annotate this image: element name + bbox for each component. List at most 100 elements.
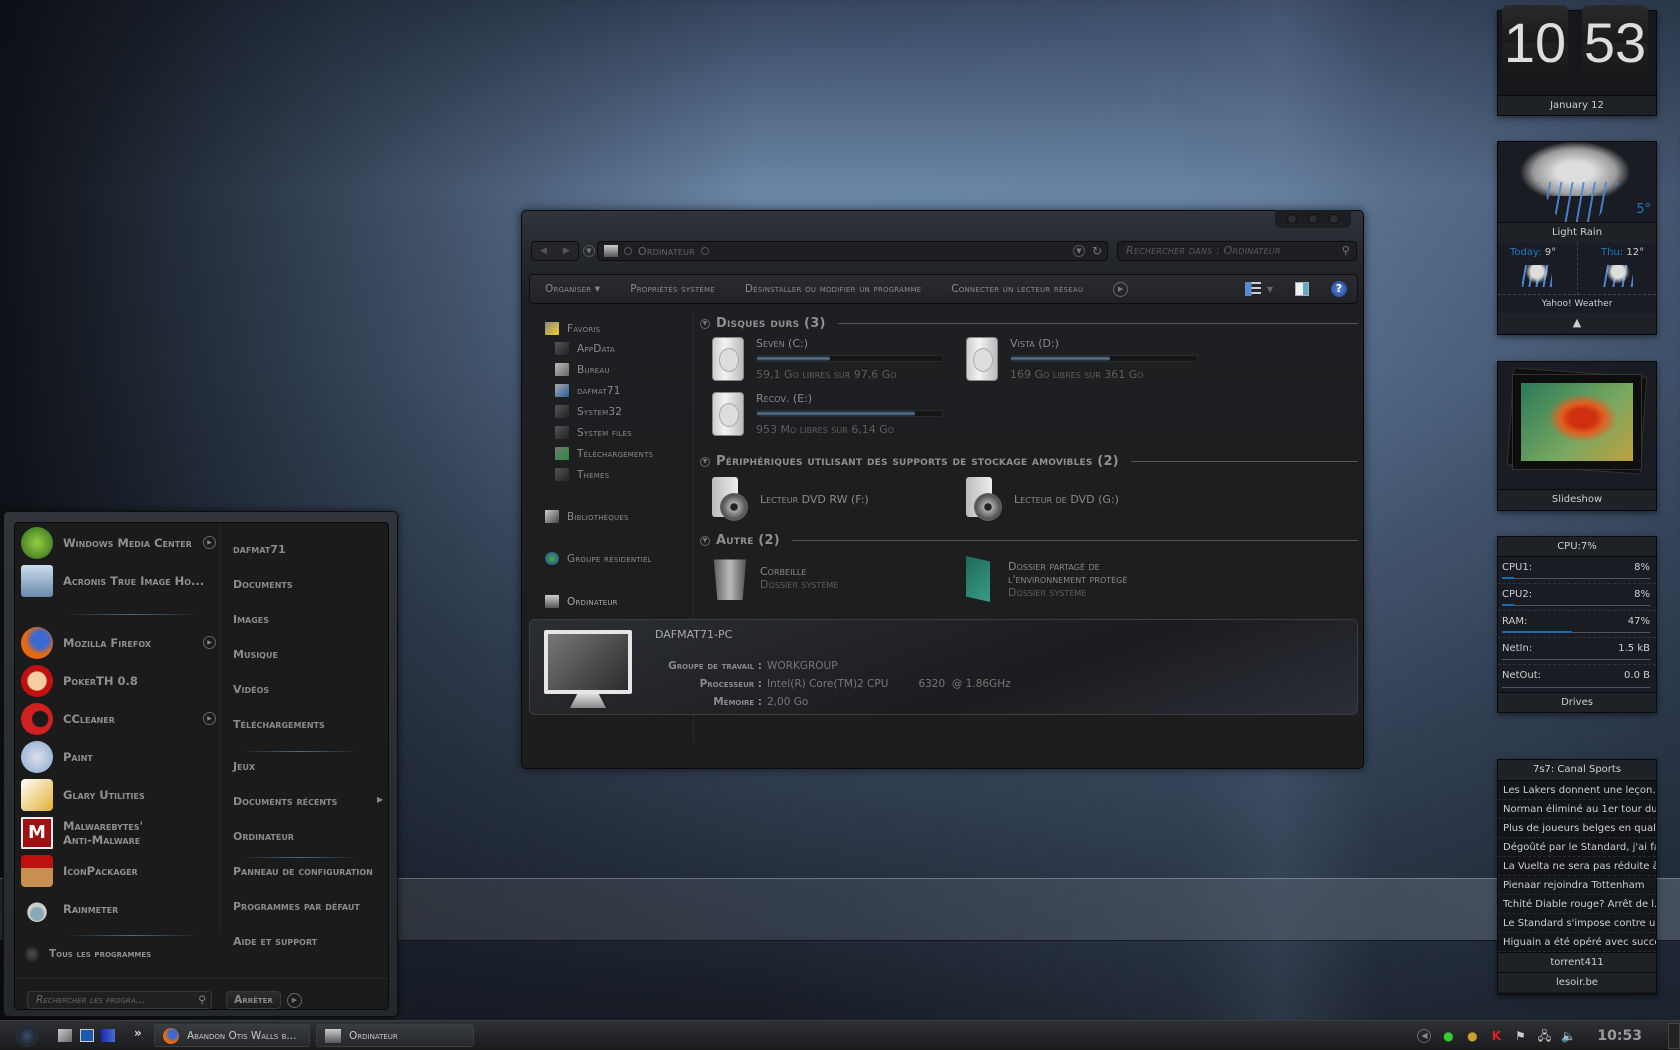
weather-source[interactable]: Yahoo! Weather xyxy=(1498,295,1656,313)
map-network-drive-button[interactable]: Connecter un lecteur réseau xyxy=(951,283,1083,295)
link-recent-documents[interactable]: Documents récents xyxy=(233,795,337,808)
organize-button[interactable]: Organiser ▾ xyxy=(545,283,600,295)
link-games[interactable]: Jeux xyxy=(233,760,255,773)
shutdown-options-icon[interactable]: ▶ xyxy=(287,993,302,1008)
group-hard-drives[interactable]: ▼ Disques durs (3) xyxy=(700,316,1358,331)
nav-item-themes[interactable]: Themes xyxy=(555,468,609,481)
submenu-arrow-icon[interactable]: ▶ xyxy=(377,795,383,804)
news-title[interactable]: 7s7: Canal Sports xyxy=(1498,760,1656,781)
nav-libraries[interactable]: Bibliothèques xyxy=(545,510,629,523)
start-button[interactable] xyxy=(16,1025,38,1047)
preview-pane-icon[interactable] xyxy=(1295,282,1309,296)
program-iconpackager[interactable]: IconPackager xyxy=(21,855,138,887)
link-music[interactable]: Musique xyxy=(233,648,278,661)
show-hidden-icons-button[interactable]: ◀ xyxy=(1417,1029,1432,1043)
link-videos[interactable]: Vidéos xyxy=(233,683,269,696)
link-downloads[interactable]: Téléchargements xyxy=(233,718,325,731)
quicklaunch-app-icon[interactable] xyxy=(101,1029,115,1042)
back-button[interactable]: ◀ xyxy=(540,246,547,256)
program-acronis[interactable]: Acronis True Image Ho... xyxy=(21,565,204,597)
nav-homegroup[interactable]: Groupe résidentiel xyxy=(545,552,652,565)
program-ccleaner[interactable]: CCleaner ▶ xyxy=(21,703,216,735)
address-dropdown[interactable]: ▼ xyxy=(1073,245,1085,257)
news-item[interactable]: Les Lakers donnent une leçon... xyxy=(1498,781,1656,800)
drive-e[interactable]: Recov. (E:) 953 Mo libres sur 6,14 Go xyxy=(712,392,944,436)
nav-item-appdata[interactable]: AppData xyxy=(555,342,615,355)
help-icon[interactable]: ? xyxy=(1331,281,1347,297)
show-desktop-quicklaunch-icon[interactable] xyxy=(58,1029,72,1042)
forward-button[interactable]: ▶ xyxy=(563,246,570,256)
task-ordinateur[interactable]: Ordinateur xyxy=(316,1024,474,1047)
collapse-icon[interactable]: ▼ xyxy=(700,456,710,467)
link-documents[interactable]: Documents xyxy=(233,578,293,591)
minimize-button[interactable] xyxy=(1286,214,1297,224)
collapse-icon[interactable]: ▼ xyxy=(700,535,710,546)
nav-favorites[interactable]: Favoris xyxy=(545,322,600,335)
slideshow-photo[interactable] xyxy=(1512,374,1642,470)
news-source-lesoir[interactable]: lesoir.be xyxy=(1498,972,1656,992)
close-button[interactable] xyxy=(1329,214,1340,224)
nav-computer[interactable]: Ordinateur xyxy=(545,595,618,608)
group-other[interactable]: ▼ Autre (2) xyxy=(700,533,1358,548)
shutdown-button[interactable]: Arrêter xyxy=(226,991,281,1009)
nav-item-system32[interactable]: System32 xyxy=(555,405,622,418)
submenu-arrow-icon[interactable]: ▶ xyxy=(203,536,216,549)
news-item[interactable]: Plus de joueurs belges en quali... xyxy=(1498,819,1656,838)
change-view-icon[interactable] xyxy=(1244,282,1261,296)
breadcrumb-separator-icon[interactable] xyxy=(700,247,709,255)
address-text[interactable]: Ordinateur xyxy=(638,245,695,258)
quicklaunch-overflow-button[interactable]: » xyxy=(134,1026,142,1040)
news-item[interactable]: Tchité Diable rouge? Arrêt de l... xyxy=(1498,895,1656,914)
submenu-arrow-icon[interactable]: ▶ xyxy=(203,636,216,649)
link-images[interactable]: Images xyxy=(233,613,269,626)
link-control-panel[interactable]: Panneau de configuration xyxy=(233,865,373,878)
shared-folder[interactable]: Dossier partagé de l'environnement protég… xyxy=(966,556,1127,602)
group-removable[interactable]: ▼ Périphériques utilisant des supports de… xyxy=(700,454,1358,469)
address-bar[interactable]: Ordinateur ▼ ↻ xyxy=(597,241,1108,261)
program-glary[interactable]: Glary Utilities xyxy=(21,779,145,811)
news-item[interactable]: Norman éliminé au 1er tour du... xyxy=(1498,800,1656,819)
news-item[interactable]: Dégoûté par le Standard, j'ai fa... xyxy=(1498,838,1656,857)
nav-item-system-files[interactable]: System files xyxy=(555,426,632,439)
refresh-icon[interactable]: ↻ xyxy=(1092,244,1102,258)
uninstall-program-button[interactable]: Désinstaller ou modifier un programme xyxy=(745,283,921,295)
link-default-programs[interactable]: Programmes par défaut xyxy=(233,900,360,913)
task-firefox[interactable]: Abandon Otis Walls b... xyxy=(154,1024,310,1047)
maximize-button[interactable] xyxy=(1307,214,1318,224)
nav-item-user[interactable]: dafmat71 xyxy=(555,384,621,397)
expand-arrow-icon[interactable]: ▲ xyxy=(1498,313,1656,333)
drive-c[interactable]: Seven (C:) 59,1 Go libres sur 97,6 Go xyxy=(712,337,944,381)
view-dropdown-icon[interactable]: ▼ xyxy=(1267,285,1273,294)
link-computer[interactable]: Ordinateur xyxy=(233,830,294,843)
program-firefox[interactable]: Mozilla Firefox ▶ xyxy=(21,627,216,659)
action-center-flag-icon[interactable]: ⚑ xyxy=(1513,1029,1527,1043)
kaspersky-icon[interactable]: K xyxy=(1489,1029,1503,1043)
link-user[interactable]: dafmat71 xyxy=(233,543,286,556)
drive-d[interactable]: Vista (D:) 169 Go libres sur 361 Go xyxy=(966,337,1198,381)
drive-f[interactable]: Lecteur DVD RW (F:) xyxy=(712,477,869,521)
tray-gold-icon[interactable]: ● xyxy=(1465,1029,1479,1043)
show-desktop-button[interactable] xyxy=(1668,1023,1680,1049)
nav-item-bureau[interactable]: Bureau xyxy=(555,363,610,376)
system-properties-button[interactable]: Propriétés système xyxy=(630,283,715,295)
program-rainmeter[interactable]: Rainmeter xyxy=(21,893,118,925)
tray-green-icon[interactable]: ● xyxy=(1441,1029,1455,1043)
submenu-arrow-icon[interactable]: ▶ xyxy=(203,712,216,725)
link-help-support[interactable]: Aide et support xyxy=(233,935,317,948)
recent-pages-dropdown[interactable]: ▼ xyxy=(583,245,595,257)
drives-button[interactable]: Drives xyxy=(1498,692,1656,712)
all-programs[interactable]: Tous les programmes xyxy=(25,947,151,961)
recycle-bin[interactable]: Corbeille Dossier système xyxy=(712,556,838,600)
more-commands-icon[interactable]: ▶ xyxy=(1113,281,1129,297)
nav-item-downloads[interactable]: Téléchargements xyxy=(555,447,653,460)
program-pokerth[interactable]: PokerTH 0.8 xyxy=(21,665,138,697)
news-item[interactable]: La Vuelta ne sera pas réduite à... xyxy=(1498,857,1656,876)
start-search-input[interactable]: Rechercher les progra... ⚲ xyxy=(27,991,212,1009)
program-windows-media-center[interactable]: Windows Media Center ▶ xyxy=(21,527,216,559)
search-icon[interactable]: ⚲ xyxy=(1342,242,1350,260)
drive-g[interactable]: Lecteur de DVD (G:) xyxy=(966,477,1119,521)
network-icon[interactable]: 🖧 xyxy=(1537,1029,1551,1043)
search-input[interactable]: Rechercher dans : Ordinateur ⚲ xyxy=(1117,241,1357,261)
news-item[interactable]: Pienaar rejoindra Tottenham xyxy=(1498,876,1656,895)
taskbar-clock[interactable]: 10:53 xyxy=(1597,1028,1642,1044)
